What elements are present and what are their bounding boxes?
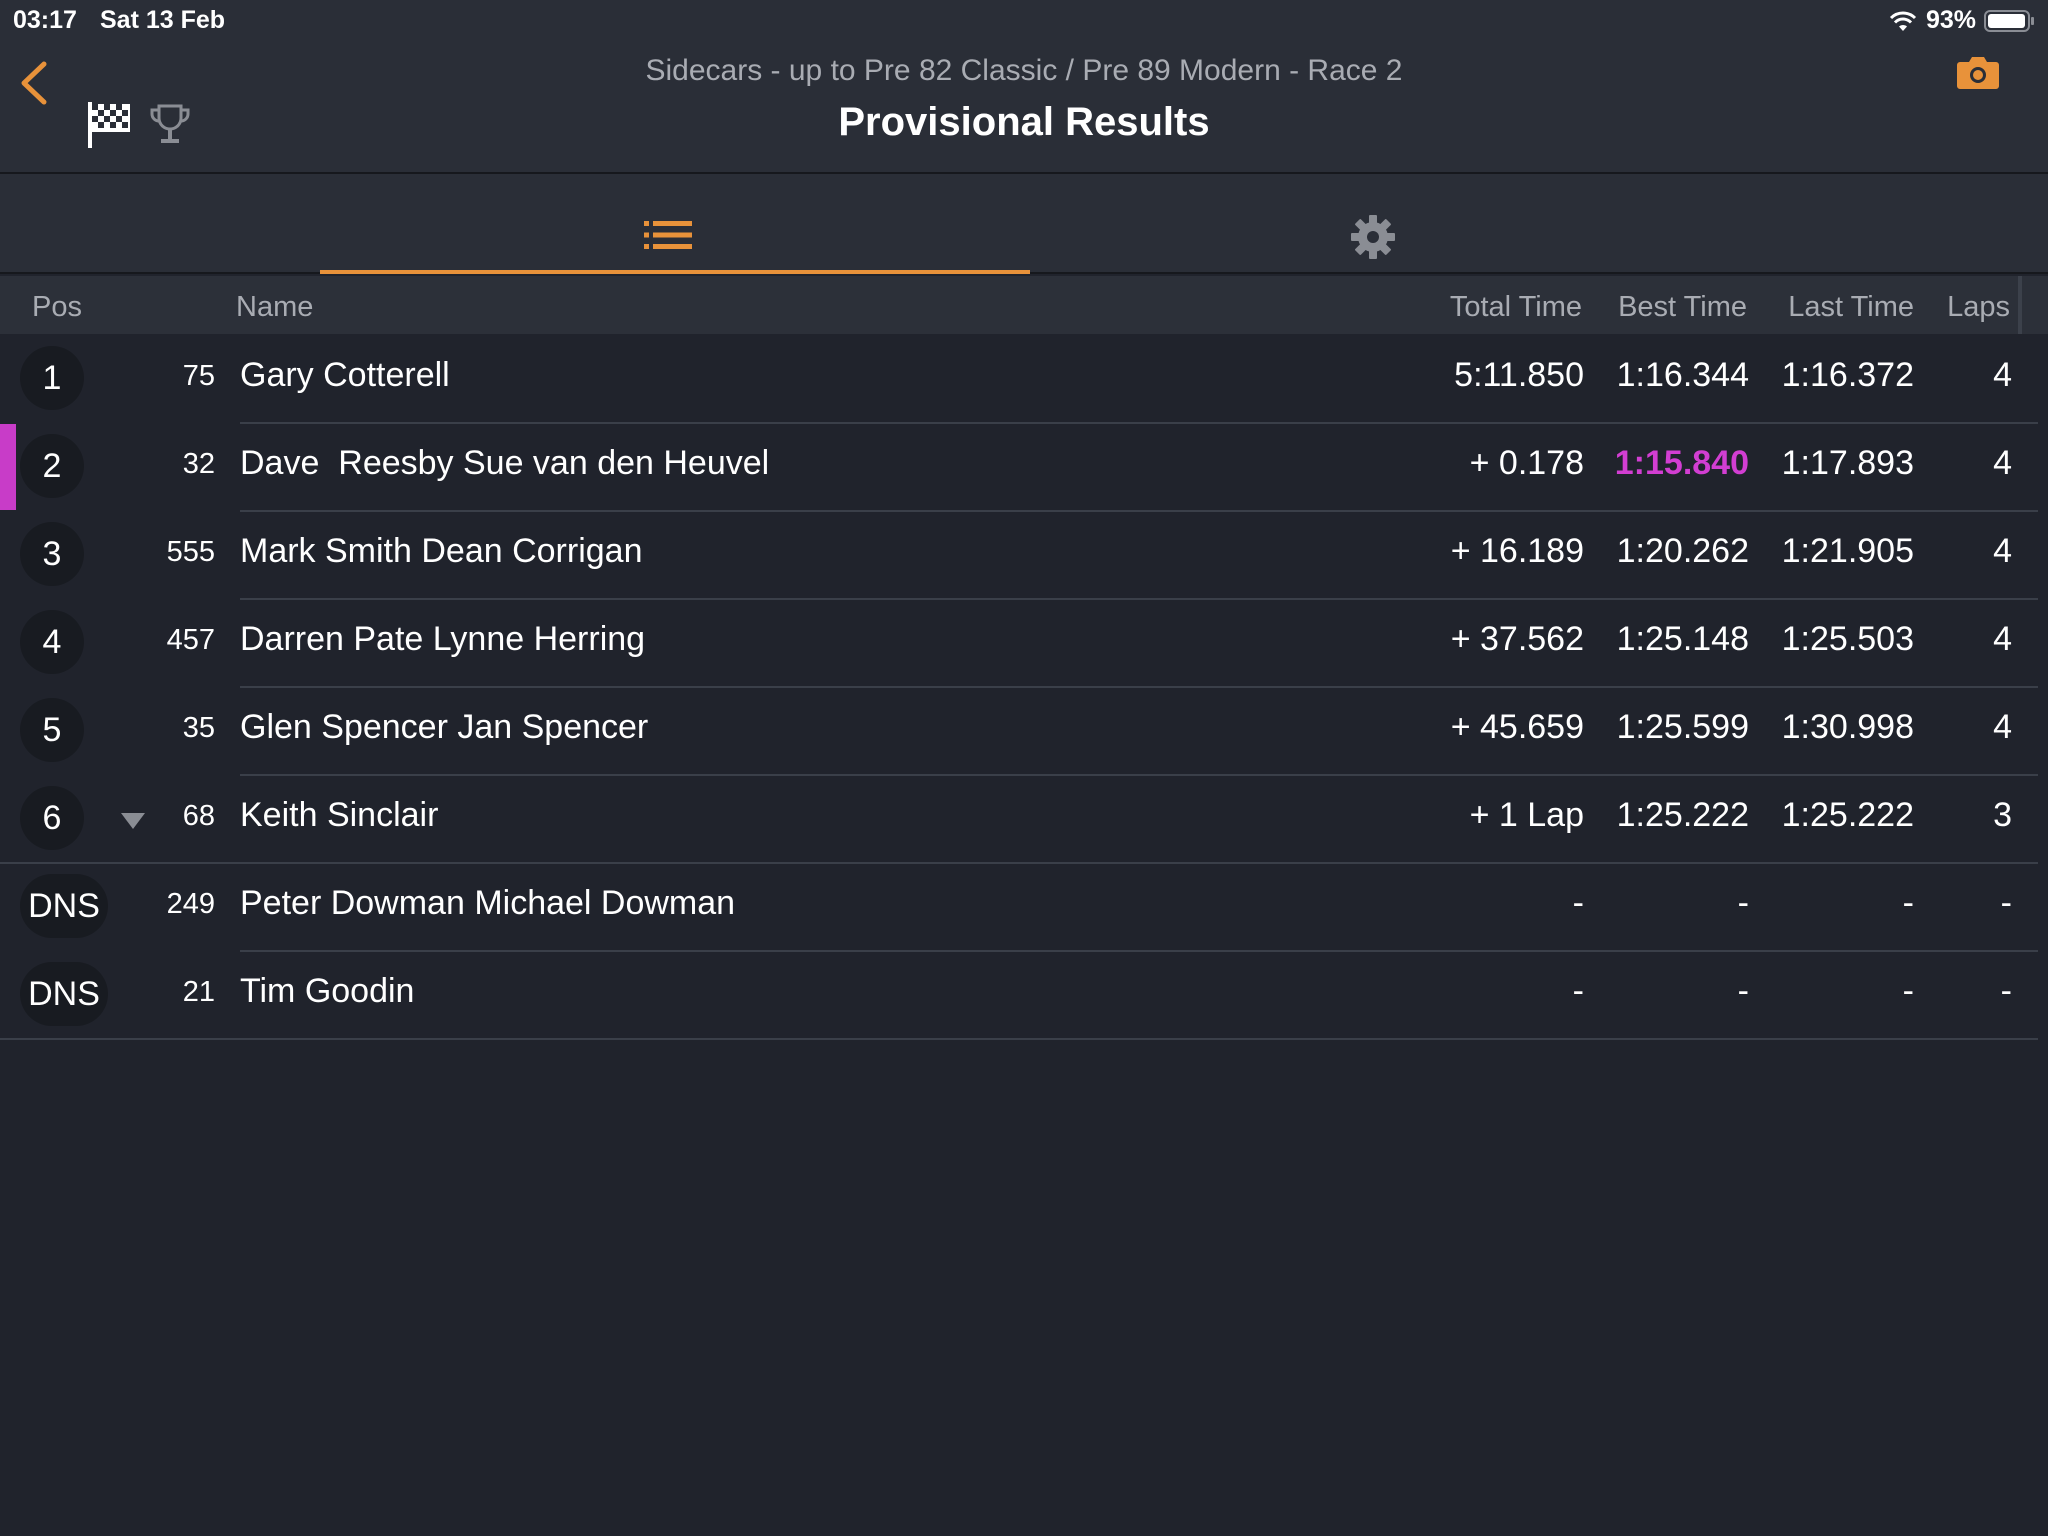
column-header-laps[interactable]: Laps [1947, 291, 2010, 324]
racer-name: Tim Goodin [240, 972, 415, 1010]
table-row[interactable]: DNS 21 Tim Goodin - - - - [0, 952, 2048, 1040]
position-badge: 4 [20, 610, 84, 674]
racer-name: Keith Sinclair [240, 796, 439, 834]
position-badge: 2 [20, 434, 84, 498]
total-time: + 1 Lap [1469, 796, 1584, 834]
total-time: - [1572, 884, 1584, 922]
status-bar: 03:17 Sat 13 Feb 93% [0, 0, 2048, 40]
racer-name: Gary Cotterell [240, 356, 450, 394]
tab-results-list[interactable] [320, 174, 1030, 274]
racer-number: 555 [166, 536, 215, 568]
battery-percent: 93% [1925, 6, 1976, 34]
total-time: - [1572, 972, 1584, 1010]
racer-number: 457 [166, 624, 215, 656]
best-time: 1:25.148 [1616, 620, 1749, 658]
last-time: - [1902, 884, 1914, 922]
column-header-best-time[interactable]: Best Time [1618, 291, 1747, 324]
column-header-last-time[interactable]: Last Time [1788, 291, 1914, 324]
last-time: - [1902, 972, 1914, 1010]
last-time: 1:21.905 [1781, 532, 1914, 570]
column-header-total-time[interactable]: Total Time [1450, 291, 1582, 324]
best-time-fastest: 1:15.840 [1614, 444, 1749, 482]
results-table-header: Pos Name Total Time Best Time Last Time … [0, 276, 2048, 334]
table-row[interactable]: DNS 249 Peter Dowman Michael Dowman - - … [0, 864, 2048, 952]
total-time: + 37.562 [1450, 620, 1584, 658]
racer-name: Darren Pate Lynne Herring [240, 620, 646, 658]
table-row[interactable]: 5 35 Glen Spencer Jan Spencer + 45.659 1… [0, 688, 2048, 776]
camera-icon[interactable] [1956, 54, 2000, 90]
table-row[interactable]: 1 75 Gary Cotterell 5:11.850 1:16.344 1:… [0, 336, 2048, 424]
battery-icon [1984, 9, 2034, 32]
last-time: 1:25.222 [1781, 796, 1914, 834]
row-divider [240, 1038, 2038, 1040]
racer-number: 21 [182, 976, 215, 1008]
status-indicators: 93% [1888, 6, 2036, 35]
racer-name: Glen Spencer Jan Spencer [240, 708, 649, 746]
laps: 4 [1993, 532, 2012, 570]
last-time: 1:25.503 [1781, 620, 1914, 658]
race-subtitle: Sidecars - up to Pre 82 Classic / Pre 89… [645, 54, 1403, 87]
position-down-icon [121, 813, 145, 829]
column-header-pos[interactable]: Pos [32, 291, 82, 324]
best-time: - [1737, 884, 1749, 922]
last-time: 1:17.893 [1781, 444, 1914, 482]
fastest-lap-marker [0, 424, 16, 510]
laps: - [2000, 884, 2012, 922]
total-time: + 45.659 [1450, 708, 1584, 746]
table-row[interactable]: 4 457 Darren Pate Lynne Herring + 37.562… [0, 600, 2048, 688]
racer-number: 249 [166, 888, 215, 920]
position-badge: 5 [20, 698, 84, 762]
best-time: 1:16.344 [1616, 356, 1749, 394]
best-time: 1:20.262 [1616, 532, 1749, 570]
best-time: 1:25.222 [1616, 796, 1749, 834]
scroll-indicator [2018, 276, 2022, 334]
table-row[interactable]: 3 555 Mark Smith Dean Corrigan + 16.189 … [0, 512, 2048, 600]
status-date: Sat 13 Feb [100, 6, 226, 34]
table-row[interactable]: 6 68 Keith Sinclair + 1 Lap 1:25.222 1:2… [0, 776, 2048, 864]
app-root: 03:17 Sat 13 Feb 93% Sidecars - up to Pr… [0, 0, 2048, 1536]
laps: 3 [1993, 796, 2012, 834]
racer-name: Dave Reesby Sue van den Heuvel [240, 444, 770, 482]
position-badge: 1 [20, 346, 84, 410]
total-time: 5:11.850 [1454, 356, 1584, 394]
racer-name: Peter Dowman Michael Dowman [240, 884, 736, 922]
position-badge: DNS [20, 962, 108, 1026]
position-badge: 6 [20, 786, 84, 850]
best-time: - [1737, 972, 1749, 1010]
position-badge: 3 [20, 522, 84, 586]
racer-number: 75 [182, 360, 215, 392]
total-time: + 16.189 [1450, 532, 1584, 570]
table-row[interactable]: 2 32 Dave Reesby Sue van den Heuvel + 0.… [0, 424, 2048, 512]
laps: - [2000, 972, 2012, 1010]
page-title: Provisional Results [838, 100, 1210, 144]
total-time: + 0.178 [1469, 444, 1584, 482]
wifi-icon [1889, 11, 1917, 31]
laps: 4 [1993, 708, 2012, 746]
racer-number: 35 [182, 712, 215, 744]
list-icon [644, 221, 692, 249]
nav-header: Sidecars - up to Pre 82 Classic / Pre 89… [0, 40, 2048, 174]
racer-number: 68 [182, 800, 215, 832]
laps: 4 [1993, 356, 2012, 394]
last-time: 1:16.372 [1781, 356, 1914, 394]
gear-icon [1351, 215, 1395, 259]
position-badge: DNS [20, 874, 108, 938]
racer-name: Mark Smith Dean Corrigan [240, 532, 643, 570]
racer-number: 32 [182, 448, 215, 480]
best-time: 1:25.599 [1616, 708, 1749, 746]
status-time: 03:17 [13, 6, 77, 34]
last-time: 1:30.998 [1781, 708, 1914, 746]
row-divider [0, 1038, 240, 1040]
tab-bar [0, 174, 2048, 274]
laps: 4 [1993, 444, 2012, 482]
column-header-name[interactable]: Name [236, 291, 313, 324]
laps: 4 [1993, 620, 2012, 658]
results-table: 1 75 Gary Cotterell 5:11.850 1:16.344 1:… [0, 336, 2048, 1040]
tab-settings[interactable] [1030, 174, 1720, 274]
